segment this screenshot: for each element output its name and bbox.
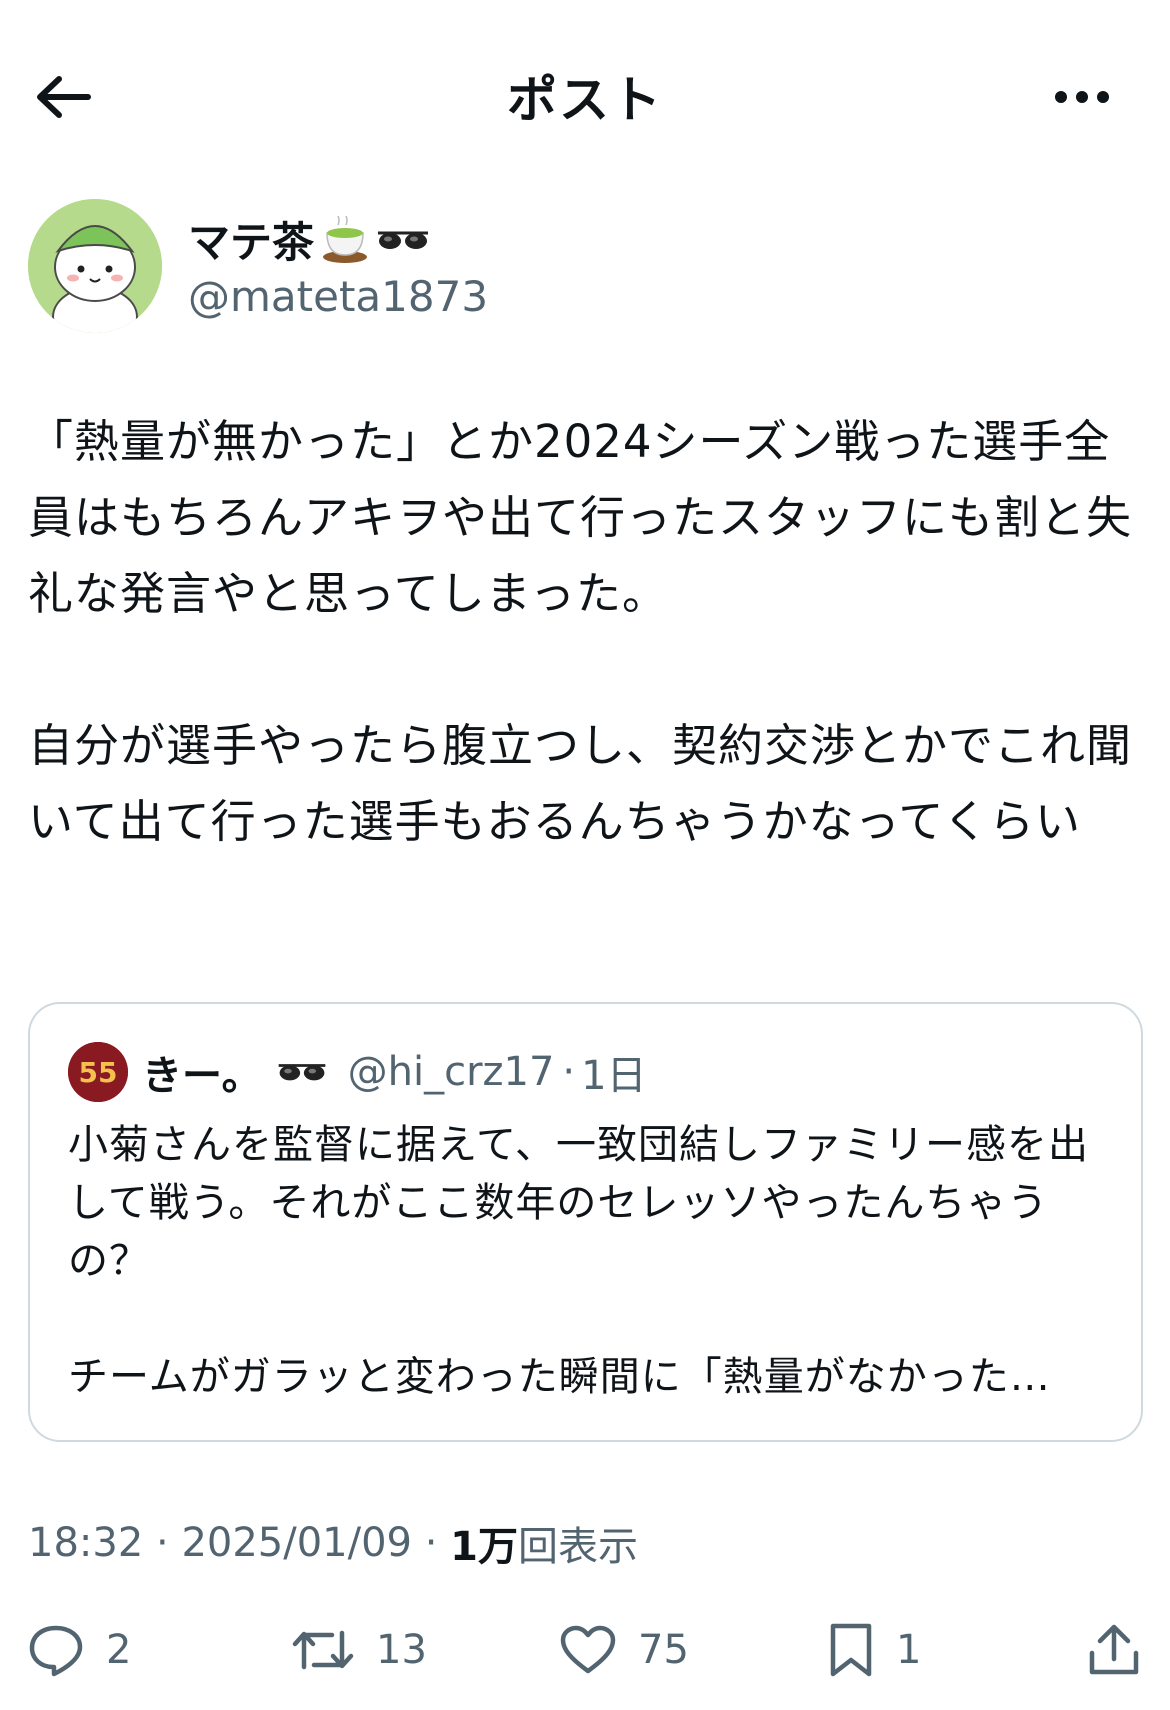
repost-icon bbox=[292, 1630, 354, 1670]
quoted-post-text: 小菊さんを監督に据えて、一致団結しファミリー感を出して戦う。それがここ数年のセレ… bbox=[68, 1122, 1089, 1400]
heart-icon bbox=[560, 1625, 616, 1674]
more-options-button[interactable] bbox=[1042, 72, 1122, 122]
share-button[interactable] bbox=[1088, 1600, 1140, 1700]
quoted-author-handle: @hi_crz17 bbox=[347, 1049, 555, 1095]
bookmark-icon bbox=[830, 1623, 872, 1677]
svg-text:55: 55 bbox=[79, 1056, 118, 1089]
view-count[interactable]: 1万 bbox=[450, 1514, 518, 1572]
post-time: 18:32 bbox=[28, 1520, 144, 1566]
avatar[interactable] bbox=[28, 199, 162, 333]
quoted-post-card[interactable]: 55 きー。 @hi_crz17 · 1日 小菊さんを監督に据えて、一致団結しフ… bbox=[28, 1002, 1143, 1442]
glasses-emoji bbox=[278, 1064, 325, 1081]
bookmark-count: 1 bbox=[896, 1627, 922, 1673]
author-handle[interactable]: @mateta1873 bbox=[188, 272, 488, 321]
post-text: 「熱量が無かった」とか2024シーズン戦った選手全員はもちろんアキヲや出て行った… bbox=[28, 415, 1133, 848]
page-title: ポスト bbox=[507, 71, 663, 129]
repost-button[interactable]: 13 bbox=[292, 1600, 427, 1700]
author-name-text: マテ茶 bbox=[188, 218, 315, 267]
view-count-label[interactable]: 回表示 bbox=[518, 1514, 638, 1572]
glasses-emoji bbox=[378, 231, 429, 249]
quoted-author-name-text: きー。 bbox=[142, 1053, 262, 1099]
like-button[interactable]: 75 bbox=[560, 1600, 689, 1700]
author-display-name[interactable]: マテ茶 bbox=[188, 212, 488, 268]
top-bar: ポスト bbox=[0, 0, 1170, 190]
avatar-character-image bbox=[28, 199, 162, 333]
post-date: 2025/01/09 bbox=[181, 1520, 412, 1566]
quoted-author-name: きー。 bbox=[142, 1043, 328, 1101]
like-count: 75 bbox=[638, 1627, 689, 1673]
post-metadata: 18:32 · 2025/01/09 · 1万 回表示 bbox=[28, 1514, 638, 1572]
quoted-author-avatar: 55 bbox=[68, 1042, 128, 1102]
more-horizontal-icon bbox=[1055, 91, 1109, 103]
reply-icon bbox=[29, 1625, 83, 1677]
reply-count: 2 bbox=[106, 1627, 132, 1673]
quoted-separator: · bbox=[562, 1049, 576, 1095]
meta-separator: · bbox=[143, 1520, 182, 1566]
share-icon bbox=[1089, 1624, 1139, 1675]
bookmark-button[interactable]: 1 bbox=[828, 1600, 921, 1700]
action-bar: 2 13 75 1 bbox=[0, 1600, 1170, 1700]
post-author: マテ茶 @mateta1873 bbox=[28, 198, 488, 334]
repost-count: 13 bbox=[376, 1627, 427, 1673]
quoted-post-time: 1日 bbox=[581, 1053, 647, 1099]
jersey-number-image: 55 bbox=[68, 1042, 128, 1102]
tea-cup-emoji bbox=[323, 215, 368, 263]
reply-button[interactable]: 2 bbox=[28, 1600, 131, 1700]
meta-separator: · bbox=[411, 1520, 451, 1566]
